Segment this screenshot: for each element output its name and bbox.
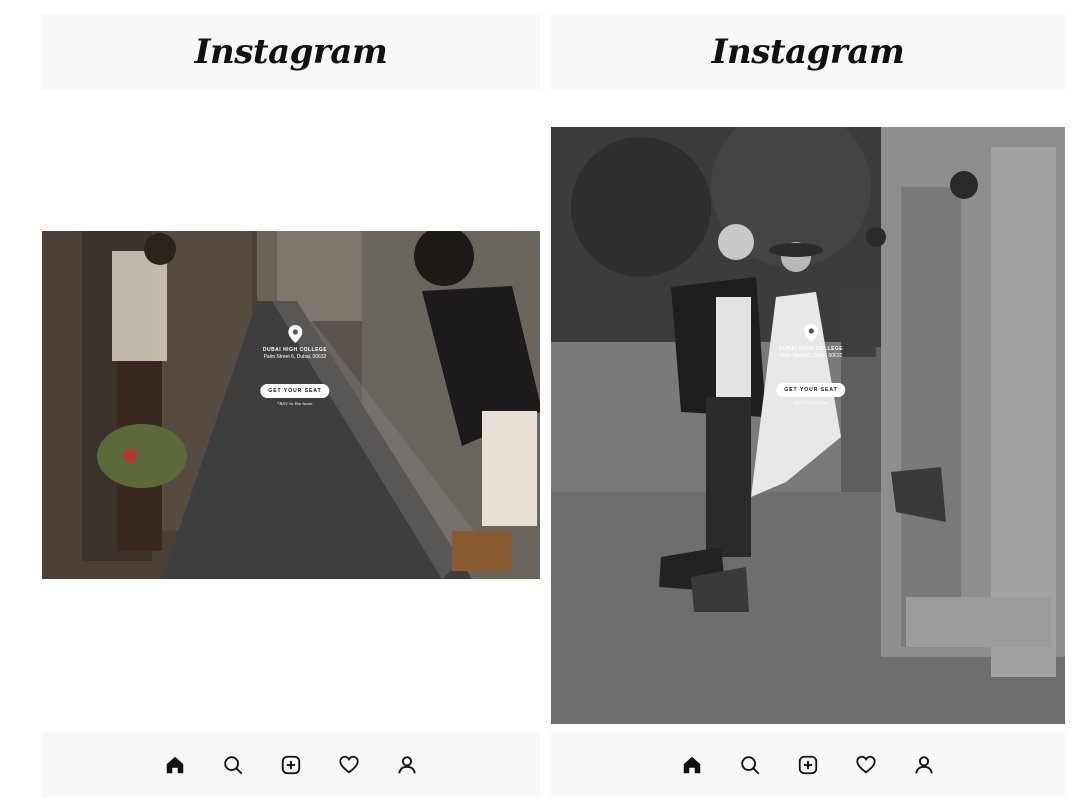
top-bar: Instagram: [42, 14, 540, 90]
venue-name: DUBAI HIGH COLLEGE: [778, 346, 844, 352]
add-post-icon[interactable]: [796, 753, 820, 777]
location-pin-icon: [287, 325, 302, 343]
get-seat-button[interactable]: GET YOUR SEAT: [260, 384, 330, 398]
add-post-icon[interactable]: [279, 753, 303, 777]
top-bar: Instagram: [551, 14, 1065, 90]
phone-screen-right: Instagram DUBAI HIGH COLLEGE Palm Street…: [551, 14, 1065, 798]
rsvp-note: *RSV to the team: [277, 401, 313, 406]
instagram-logo[interactable]: Instagram: [712, 32, 905, 72]
home-icon[interactable]: [163, 753, 187, 777]
phone-screen-left: Instagram DUBAI HIGH COLLEGE Palm Street…: [42, 14, 540, 798]
profile-icon[interactable]: [912, 753, 936, 777]
instagram-logo[interactable]: Instagram: [195, 32, 388, 72]
venue-address: Palm Street 6, Dubai, 00632: [263, 354, 327, 360]
post-image[interactable]: DUBAI HIGH COLLEGE Palm Street 6, Dubai,…: [42, 231, 540, 579]
profile-icon[interactable]: [395, 753, 419, 777]
bottom-nav: [42, 732, 540, 798]
bottom-nav: [551, 732, 1065, 798]
event-overlay: DUBAI HIGH COLLEGE Palm Street 6, Dubai,…: [260, 325, 330, 406]
home-icon[interactable]: [680, 753, 704, 777]
location-pin-icon: [803, 324, 818, 342]
venue-name: DUBAI HIGH COLLEGE: [262, 347, 328, 353]
venue-address: Palm Street 6, Dubai, 00632: [779, 353, 843, 359]
heart-icon[interactable]: [854, 753, 878, 777]
get-seat-button[interactable]: GET YOUR SEAT: [776, 383, 846, 397]
couple-photo: [551, 127, 1065, 724]
rsvp-note: *RSV to the team: [793, 400, 829, 405]
event-overlay: DUBAI HIGH COLLEGE Palm Street 6, Dubai,…: [776, 324, 846, 405]
search-icon[interactable]: [221, 753, 245, 777]
post-image[interactable]: DUBAI HIGH COLLEGE Palm Street 6, Dubai,…: [551, 127, 1065, 724]
heart-icon[interactable]: [337, 753, 361, 777]
search-icon[interactable]: [738, 753, 762, 777]
